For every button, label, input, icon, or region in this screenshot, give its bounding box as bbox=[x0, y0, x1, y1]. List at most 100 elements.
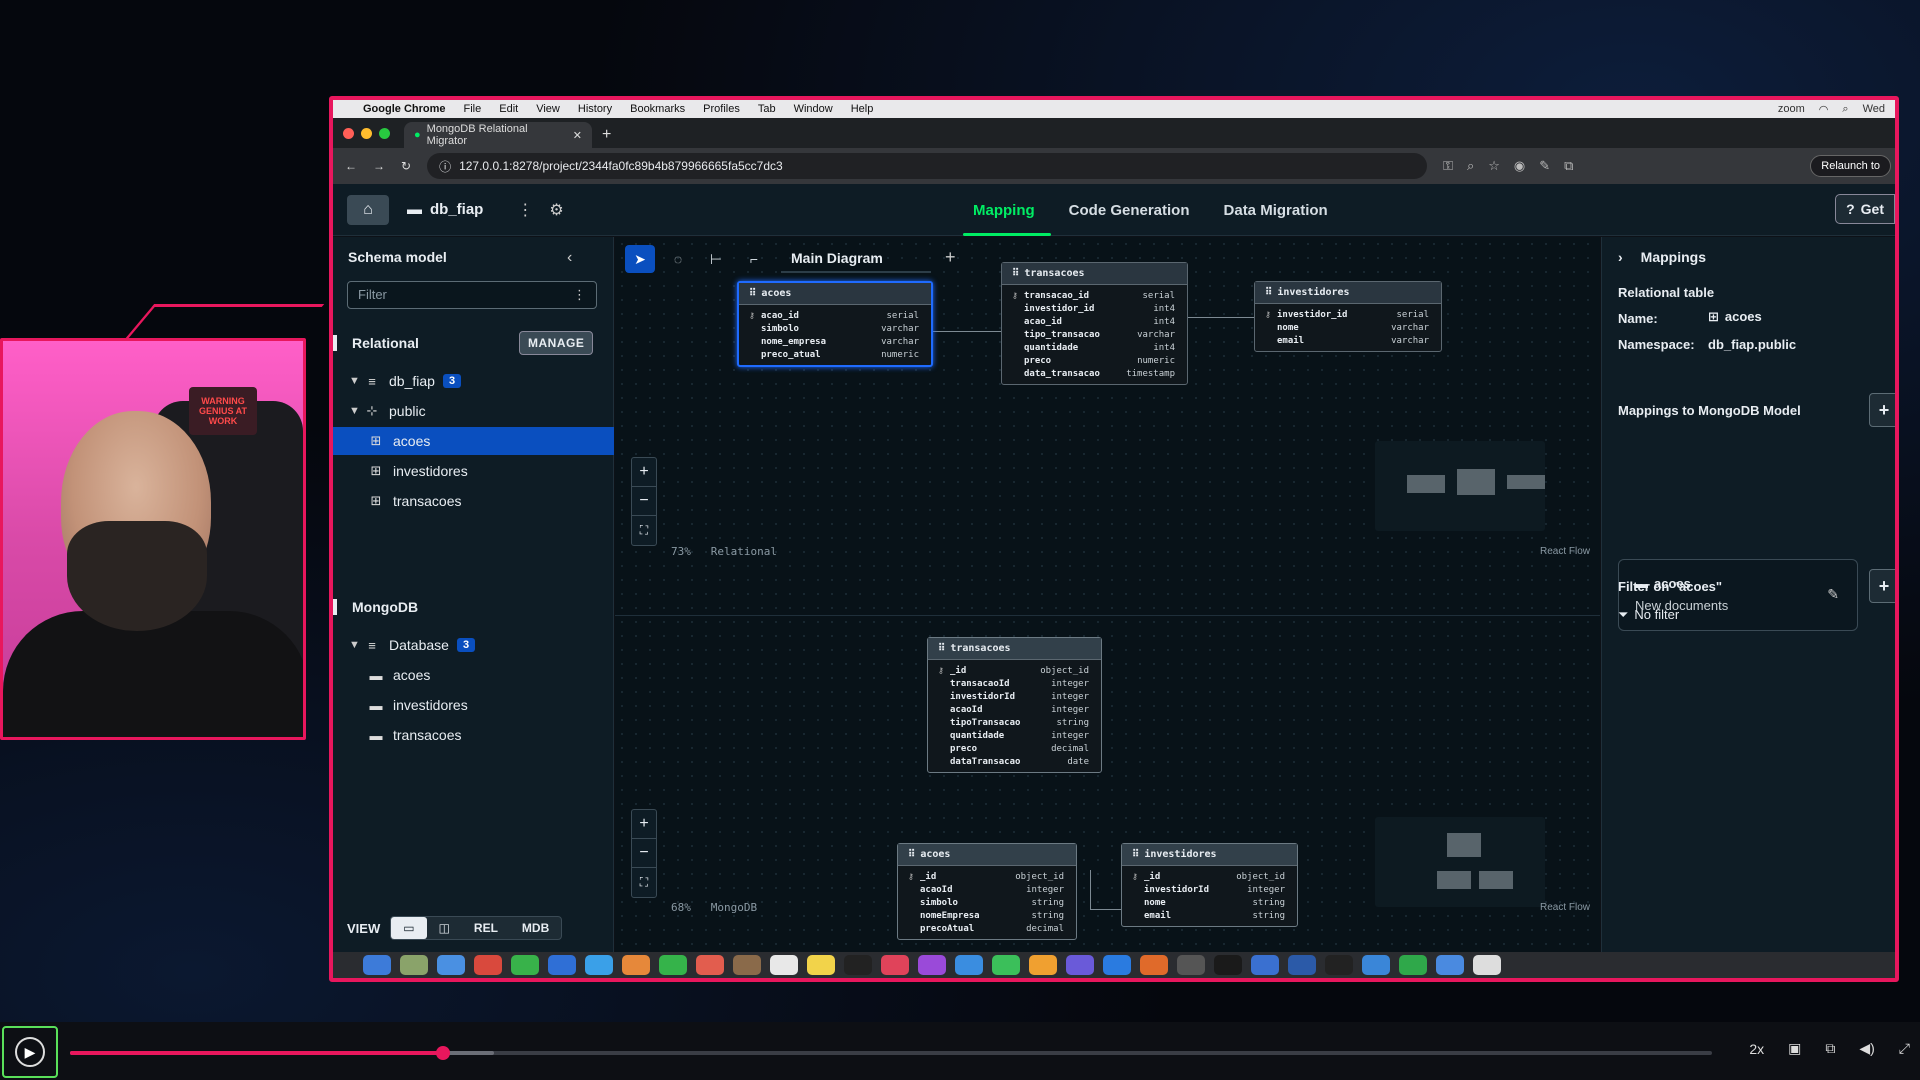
hierarchy-tool-icon[interactable]: ⊢ bbox=[701, 245, 731, 273]
relational-minimap[interactable] bbox=[1375, 441, 1545, 531]
field-row[interactable]: nome varchar bbox=[1255, 321, 1441, 334]
playback-speed[interactable]: 2x bbox=[1749, 1041, 1764, 1057]
field-row[interactable]: nomeEmpresa string bbox=[898, 909, 1076, 922]
downloads-folder-icon[interactable] bbox=[1436, 955, 1464, 975]
field-row[interactable]: ⚷ _id object_id bbox=[1122, 870, 1297, 883]
react-flow-attribution[interactable]: React Flow bbox=[1540, 902, 1590, 913]
mongodb-compass-icon[interactable] bbox=[1399, 955, 1427, 975]
facetime-icon[interactable] bbox=[659, 955, 687, 975]
field-row[interactable]: investidorId integer bbox=[1122, 883, 1297, 896]
tab-mapping[interactable]: Mapping bbox=[963, 184, 1051, 236]
zoom-in-button[interactable]: + bbox=[632, 458, 656, 487]
field-row[interactable]: ⚷ investidor_id serial bbox=[1255, 308, 1441, 321]
calendar-icon[interactable] bbox=[696, 955, 724, 975]
field-row[interactable]: transacaoId integer bbox=[928, 677, 1101, 690]
site-info-icon[interactable]: ⓘ bbox=[439, 158, 451, 175]
field-row[interactable]: data_transacao timestamp bbox=[1002, 367, 1187, 380]
close-window-button[interactable] bbox=[343, 127, 354, 139]
tab-code-generation[interactable]: Code Generation bbox=[1069, 184, 1190, 236]
field-row[interactable]: email varchar bbox=[1255, 334, 1441, 347]
node-header[interactable]: ⠿ transacoes bbox=[928, 638, 1101, 660]
menu-view[interactable]: View bbox=[536, 103, 560, 115]
password-key-icon[interactable]: ⚿ bbox=[1443, 158, 1453, 174]
numbers-icon[interactable] bbox=[992, 955, 1020, 975]
minimize-window-button[interactable] bbox=[361, 127, 372, 139]
xcode-icon[interactable] bbox=[1103, 955, 1131, 975]
chevron-down-icon[interactable]: ▼ bbox=[349, 405, 363, 417]
collection-node-acoes[interactable]: ⠿ acoes ⚷ _id object_id acaoId integer simbolo… bbox=[897, 843, 1077, 940]
add-diagram-button[interactable]: + bbox=[945, 247, 956, 268]
menu-tab[interactable]: Tab bbox=[758, 103, 776, 115]
picture-in-picture-icon[interactable]: ⧉ bbox=[1825, 1040, 1835, 1057]
field-row[interactable]: nome_empresa varchar bbox=[739, 335, 931, 348]
chevron-down-icon[interactable]: ▼ bbox=[349, 375, 363, 387]
field-row[interactable]: ⚷ _id object_id bbox=[898, 870, 1076, 883]
field-row[interactable]: preco_atual numeric bbox=[739, 348, 931, 361]
field-row[interactable]: nome string bbox=[1122, 896, 1297, 909]
podcasts-icon[interactable] bbox=[918, 955, 946, 975]
home-button[interactable]: ⌂ bbox=[347, 194, 389, 225]
menu-profiles[interactable]: Profiles bbox=[703, 103, 740, 115]
zoom-icon[interactable]: ⌕ bbox=[1467, 158, 1474, 174]
terminal-icon[interactable] bbox=[1214, 955, 1242, 975]
settings-icon[interactable] bbox=[1177, 955, 1205, 975]
menu-history[interactable]: History bbox=[578, 103, 612, 115]
field-row[interactable]: preco numeric bbox=[1002, 354, 1187, 367]
add-filter-button[interactable]: + bbox=[1869, 569, 1895, 603]
field-row[interactable]: investidor_id int4 bbox=[1002, 302, 1187, 315]
tree-collection-transacoes[interactable]: ▬ transacoes bbox=[333, 721, 614, 749]
pen-icon[interactable]: ✎ bbox=[1539, 158, 1550, 174]
captions-icon[interactable]: ▣ bbox=[1788, 1040, 1801, 1057]
wifi-icon[interactable]: ◠ bbox=[1819, 103, 1829, 116]
select-tool-icon[interactable]: ➤ bbox=[625, 245, 655, 273]
music-icon[interactable] bbox=[881, 955, 909, 975]
node-header[interactable]: ⠿ investidores bbox=[1255, 282, 1441, 304]
contacts-icon[interactable] bbox=[733, 955, 761, 975]
menu-app-name[interactable]: Google Chrome bbox=[363, 103, 446, 115]
forward-icon[interactable]: → bbox=[373, 159, 385, 173]
node-header[interactable]: ⠿ transacoes bbox=[1002, 263, 1187, 285]
safari-icon[interactable] bbox=[437, 955, 465, 975]
chrome-icon[interactable] bbox=[474, 955, 502, 975]
drag-handle-icon[interactable]: ⠿ bbox=[1012, 268, 1019, 279]
seek-handle[interactable] bbox=[435, 1046, 450, 1060]
tree-db-fiap[interactable]: ▼ ≡ db_fiap 3 bbox=[333, 367, 614, 395]
drag-handle-icon[interactable]: ⠿ bbox=[1265, 287, 1272, 298]
tree-collection-acoes[interactable]: ▬ acoes bbox=[333, 661, 614, 689]
drag-handle-icon[interactable]: ⠿ bbox=[938, 643, 945, 654]
mail-icon[interactable] bbox=[548, 955, 576, 975]
tv-icon[interactable] bbox=[844, 955, 872, 975]
pages-icon[interactable] bbox=[1029, 955, 1057, 975]
vscode-2-icon[interactable] bbox=[1362, 955, 1390, 975]
vscode-icon[interactable] bbox=[1066, 955, 1094, 975]
edit-pencil-icon[interactable]: ✎ bbox=[1827, 586, 1839, 603]
field-row[interactable]: acao_id int4 bbox=[1002, 315, 1187, 328]
field-row[interactable]: ⚷ _id object_id bbox=[928, 664, 1101, 677]
browser-tab[interactable]: ● MongoDB Relational Migrator ✕ bbox=[404, 122, 592, 148]
filter-options-icon[interactable]: ⋮ bbox=[573, 287, 586, 303]
field-row[interactable]: acaoId integer bbox=[928, 703, 1101, 716]
zoom-out-button[interactable]: − bbox=[632, 487, 656, 516]
tree-public[interactable]: ▼ ⊹ public bbox=[333, 397, 614, 425]
extension-icon[interactable]: ◉ bbox=[1514, 158, 1525, 174]
diagram-canvas[interactable]: ➤ ◌ ⊢ ⌐ Main Diagram + ⠿ acoes ⚷ acao_id se… bbox=[615, 237, 1600, 952]
field-row[interactable]: ⚷ acao_id serial bbox=[739, 309, 931, 322]
tree-table-transacoes[interactable]: ⊞ transacoes bbox=[333, 487, 614, 515]
menu-bookmarks[interactable]: Bookmarks bbox=[630, 103, 685, 115]
view-split-pane-button[interactable]: ◫ bbox=[427, 917, 462, 939]
play-button[interactable]: ▶ bbox=[2, 1026, 58, 1078]
field-row[interactable]: tipoTransacao string bbox=[928, 716, 1101, 729]
main-diagram-tab[interactable]: Main Diagram bbox=[781, 245, 931, 273]
view-single-pane-button[interactable]: ▭ bbox=[391, 917, 427, 939]
table-node-transacoes[interactable]: ⠿ transacoes ⚷ transacao_id serial investido… bbox=[1001, 262, 1188, 385]
new-tab-button[interactable]: + bbox=[602, 126, 611, 144]
tree-table-investidores[interactable]: ⊞ investidores bbox=[333, 457, 614, 485]
field-row[interactable]: quantidade integer bbox=[928, 729, 1101, 742]
figma-icon[interactable] bbox=[1140, 955, 1168, 975]
photos-icon[interactable] bbox=[622, 955, 650, 975]
puzzle-icon[interactable]: ⧉ bbox=[1564, 158, 1573, 174]
volume-icon[interactable]: ◀) bbox=[1859, 1040, 1874, 1057]
add-mapping-button[interactable]: + bbox=[1869, 393, 1895, 427]
view-rel-button[interactable]: REL bbox=[462, 917, 510, 939]
get-help-button[interactable]: ? Get bbox=[1835, 194, 1895, 224]
